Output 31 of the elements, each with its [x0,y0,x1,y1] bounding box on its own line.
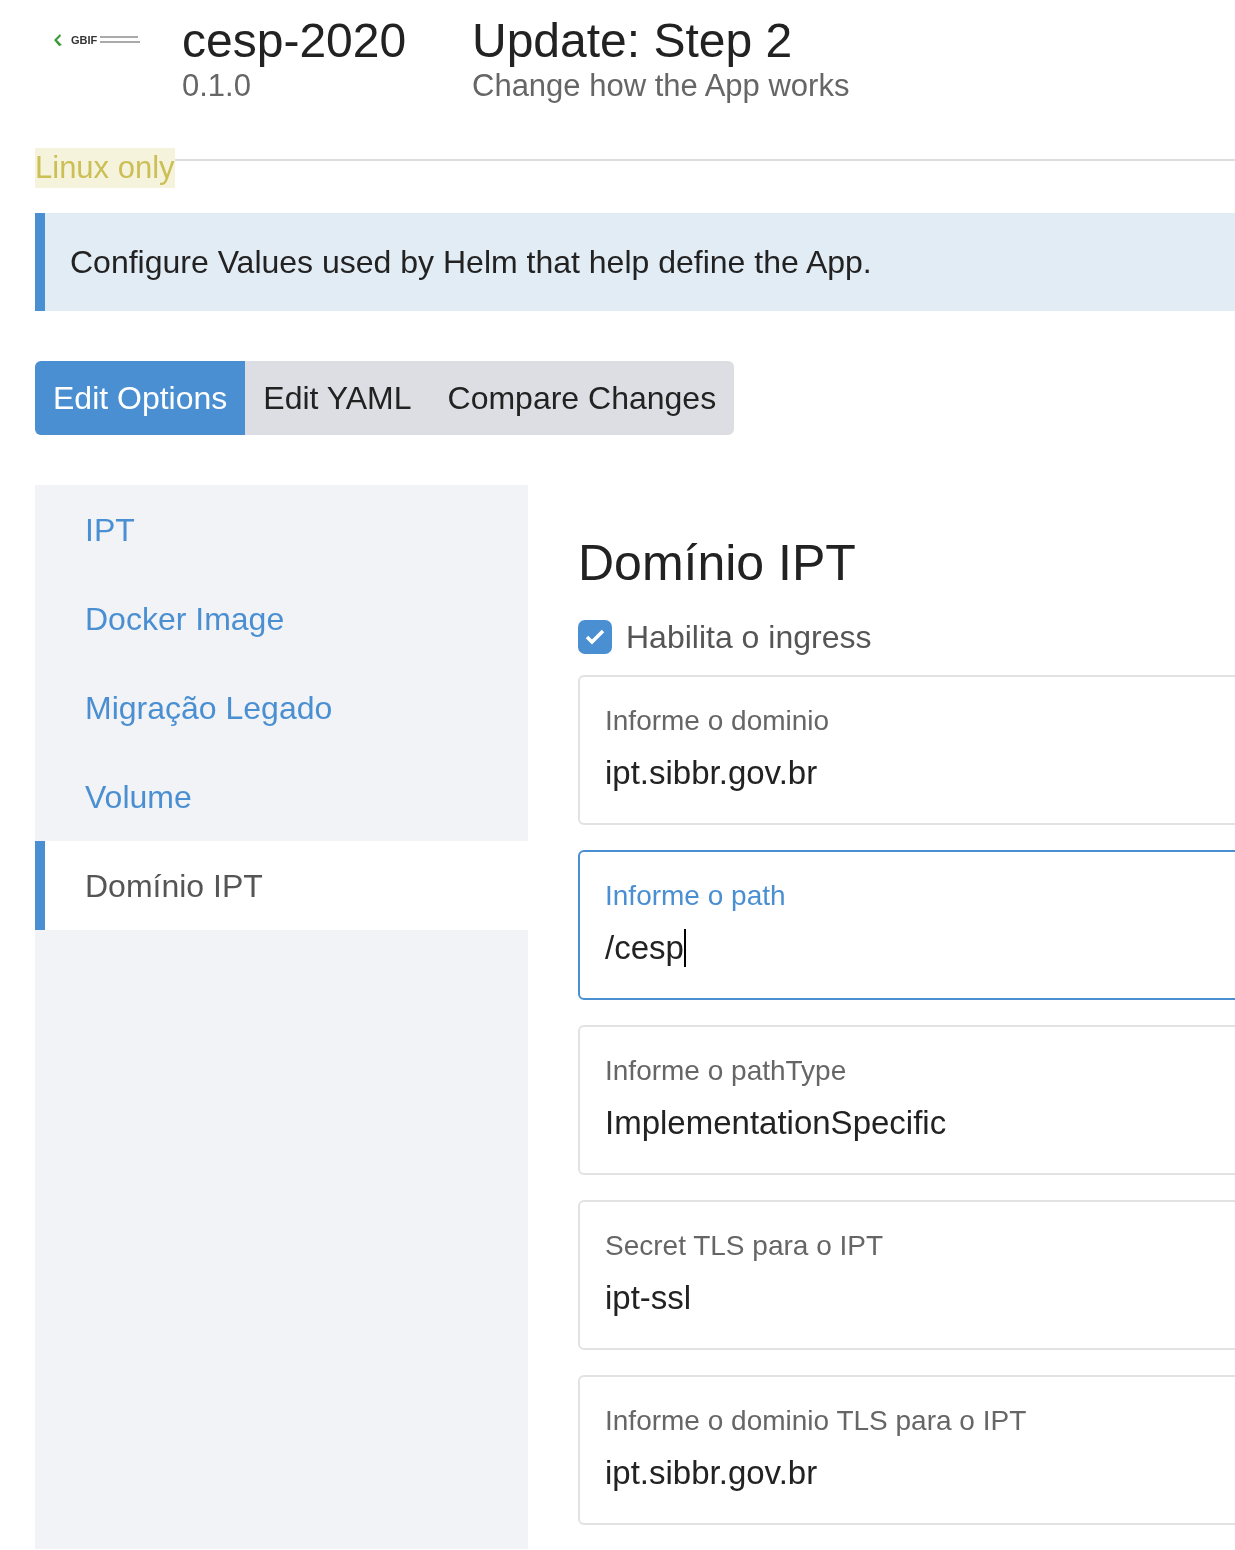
field-label: Informe o dominio [605,704,830,738]
field-label: Informe o dominio TLS para o IPT [605,1404,1027,1438]
checkmark-icon [585,629,605,645]
field-label: Informe o pathType [605,1054,847,1088]
sidebar-item[interactable]: Domínio IPT [35,841,528,930]
app-name: cesp-2020 [182,14,408,68]
page-subtitle: Change how the App works [472,68,850,104]
logo-text: GBIF [71,33,98,48]
logo-tagline-drawing [100,36,141,45]
field-value: ipt.sibbr.gov.br [605,1453,818,1493]
field-label: Secret TLS para o IPT [605,1229,884,1263]
page-title: Update: Step 2 [472,14,794,68]
field-value: ipt-ssl [605,1278,692,1318]
text-field[interactable]: Informe o pathType ImplementationSpecific [578,1025,1235,1175]
field-value: ImplementationSpecific [605,1103,947,1143]
text-field[interactable]: Informe o dominio TLS para o IPT ipt.sibbr.gov.br [578,1375,1235,1525]
field-value: ipt.sibbr.gov.br [605,753,818,793]
text-cursor [683,929,686,967]
text-field[interactable]: Secret TLS para o IPT ipt-ssl [578,1200,1235,1350]
field-label: Informe o path [605,879,786,913]
banner-text: Configure Values used by Helm that help define the App. [70,243,872,282]
tab[interactable]: Compare Changes [429,361,735,435]
field-value: /cesp [605,928,684,968]
tab[interactable]: Edit YAML [245,361,430,435]
app-version: 0.1.0 [182,68,252,104]
text-field[interactable]: Informe o dominio ipt.sibbr.gov.br [578,675,1235,825]
text-field[interactable]: Informe o path /cesp [578,850,1235,1000]
checkbox[interactable] [578,620,612,654]
section-title: Domínio IPT [578,534,857,593]
platform-badge: Linux only [35,148,175,188]
checkbox-label: Habilita o ingress [626,618,872,657]
